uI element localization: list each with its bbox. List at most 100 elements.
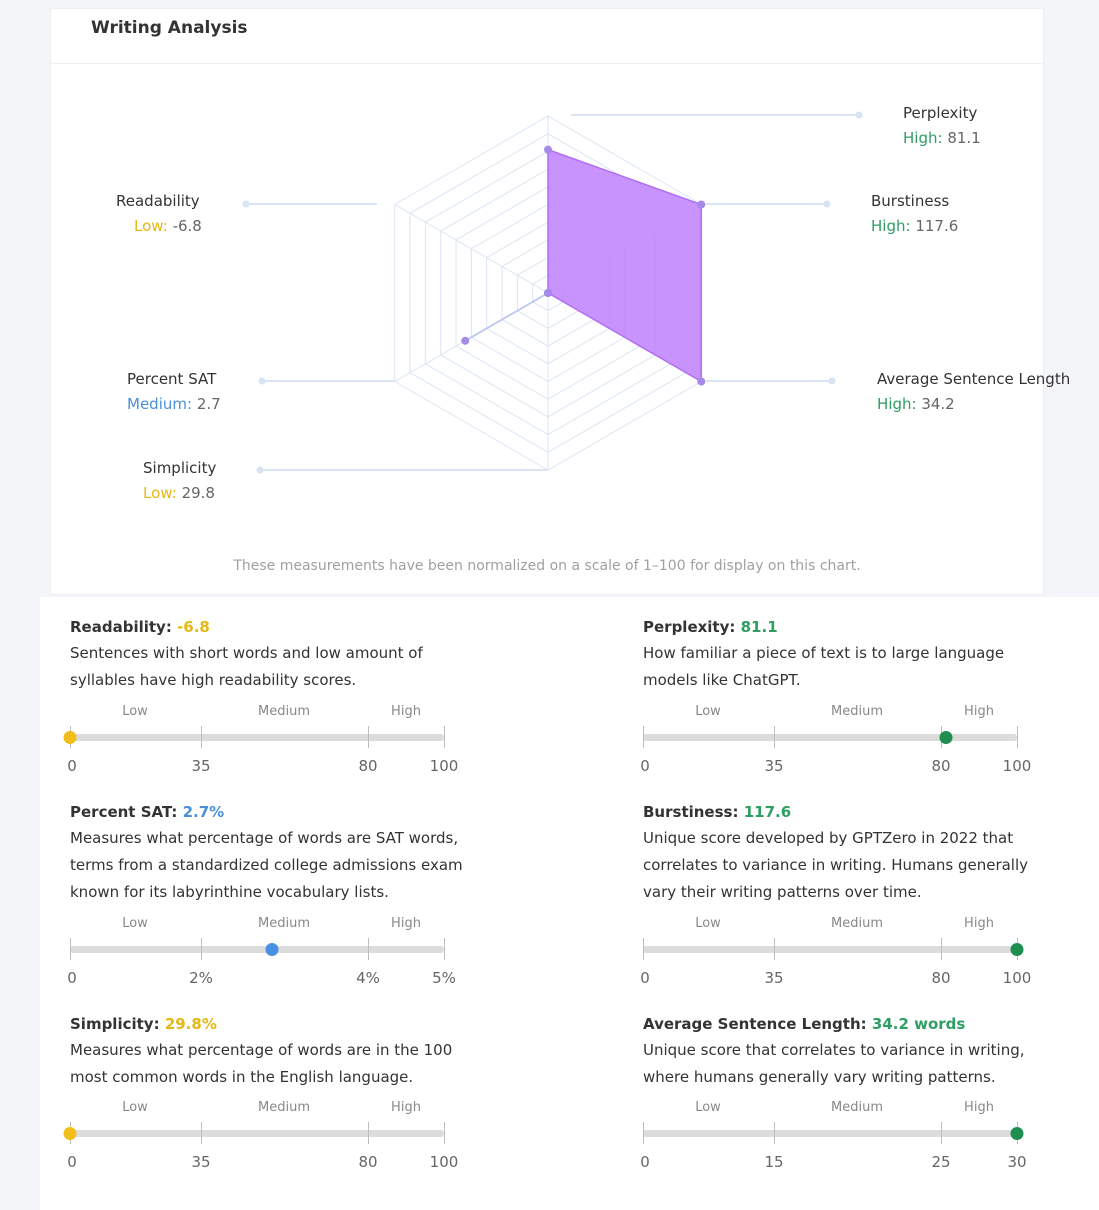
scale-tick-label: 35 [764, 969, 784, 987]
scale-marker [63, 731, 77, 744]
scale-marker [63, 1127, 77, 1140]
scale-tick [941, 938, 942, 960]
description-line: where humans generally vary writing patt… [643, 1068, 996, 1086]
scale-marker [1010, 1127, 1024, 1140]
metric-value: 34.2 words [871, 1015, 966, 1033]
scale-tick-label: 80 [931, 757, 951, 775]
scale-band-label: High [964, 1100, 994, 1115]
scale-band-label: Low [695, 916, 721, 931]
metric-description: Unique score developed by GPTZero in 202… [643, 825, 1083, 906]
description-line: Unique score developed by GPTZero in 202… [643, 829, 1014, 847]
scale-percent-sat: Low Medium High 0 2% 4% 5% [67, 916, 470, 987]
scale-marker [939, 731, 953, 744]
scale-tick-label: 25 [931, 1153, 951, 1171]
scale-tick-label: 0 [67, 969, 77, 987]
axis-value: 2.7 [196, 395, 221, 413]
scale-readability: Low Medium High 0 35 80 100 [63, 704, 470, 775]
scale-tick [643, 726, 644, 748]
radar-label-burstiness: Burstiness High: 117.6 [871, 189, 958, 239]
scale-perplexity: Low Medium High 0 35 80 100 [640, 704, 1043, 775]
axis-name: Average Sentence Length [877, 370, 1071, 388]
scale-tick [201, 1122, 202, 1144]
scale-average-sentence-length: Low Medium High 0 15 25 30 [640, 1100, 1043, 1171]
scale-track [70, 734, 444, 741]
metric-title: Readability: [70, 618, 172, 636]
metric-burstiness: Burstiness: 117.6 Unique score developed… [643, 801, 1083, 906]
description-line: known for its labyrinthine vocabulary li… [70, 883, 389, 901]
scale-tick-label: 0 [640, 1153, 650, 1171]
scale-band-label: Low [695, 704, 721, 719]
radar-label-percent-sat: Percent SAT Medium: 2.7 [127, 367, 221, 417]
scale-track [643, 1130, 1017, 1137]
axis-name: Readability [116, 192, 200, 210]
description-line: How familiar a piece of text is to large… [643, 644, 1005, 662]
radar-label-perplexity: Perplexity High: 81.1 [903, 101, 981, 151]
description-line: models like ChatGPT. [643, 671, 801, 689]
scale-tick-label: 100 [1002, 969, 1032, 987]
scale-tick [368, 938, 369, 960]
radar-leader-dot [823, 200, 831, 208]
radar-label-simplicity: Simplicity Low: 29.8 [143, 456, 216, 506]
description-line: Sentences with short words and low amoun… [70, 644, 423, 662]
axis-value: 117.6 [915, 217, 959, 235]
scale-band-label: Low [695, 1100, 721, 1115]
scale-band-label: Medium [831, 1100, 883, 1115]
scale-tick [643, 938, 644, 960]
metric-description: How familiar a piece of text is to large… [643, 640, 1083, 694]
metric-average-sentence-length: Average Sentence Length: 34.2 words Uniq… [643, 1013, 1083, 1091]
description-line: most common words in the English languag… [70, 1068, 414, 1086]
radar-label-average-sentence-length: Average Sentence Length High: 34.2 [877, 367, 1070, 417]
scale-tick [368, 1122, 369, 1144]
metric-title: Burstiness: [643, 803, 739, 821]
axis-value: 34.2 [921, 395, 955, 413]
scale-band-label: Low [122, 1100, 148, 1115]
scale-track [643, 734, 1017, 741]
scale-tick-label: 100 [429, 757, 459, 775]
radar-leader-dot [258, 377, 266, 385]
scale-marker [1010, 943, 1024, 956]
radar-point-percent-sat [461, 336, 470, 345]
axis-value: 29.8 [181, 484, 215, 502]
scale-simplicity: Low Medium High 0 35 80 100 [63, 1100, 470, 1171]
radar-point-burstiness [697, 200, 706, 209]
radar-leader-dot [242, 200, 250, 208]
scale-tick-label: 35 [191, 757, 211, 775]
metrics-panel: Readability: -6.8 Sentences with short w… [40, 597, 1099, 1210]
scale-tick-label: 35 [764, 757, 784, 775]
axis-level: Low: [143, 484, 177, 502]
scale-burstiness: Low Medium High 0 35 80 100 [640, 916, 1043, 987]
scale-tick [774, 726, 775, 748]
normalization-note: These measurements have been normalized … [233, 558, 861, 574]
scale-tick-label: 4% [356, 969, 380, 987]
metric-title: Percent SAT: [70, 803, 178, 821]
description-line: correlates to variance in writing. Human… [643, 856, 1029, 874]
scale-band-label: High [391, 916, 421, 931]
scale-band-label: Low [122, 704, 148, 719]
description-line: Unique score that correlates to variance… [643, 1041, 1025, 1059]
metric-readability: Readability: -6.8 Sentences with short w… [70, 616, 510, 694]
axis-name: Percent SAT [127, 370, 217, 388]
radar-point-average-sentence-length [697, 377, 706, 386]
description-line: vary their writing patterns over time. [643, 883, 922, 901]
scale-band-label: Medium [831, 704, 883, 719]
radar-leader-dot [855, 111, 863, 119]
metric-title: Perplexity: [643, 618, 736, 636]
scale-band-label: Medium [258, 704, 310, 719]
metric-value: 117.6 [743, 803, 792, 821]
axis-level: Medium: [127, 395, 193, 413]
scale-tick-label: 30 [1007, 1153, 1027, 1171]
axis-level: High: [871, 217, 911, 235]
axis-name: Simplicity [143, 459, 217, 477]
scale-tick [201, 938, 202, 960]
scale-tick-label: 100 [429, 1153, 459, 1171]
axis-value: -6.8 [172, 217, 202, 235]
writing-analysis-card: Writing Analysis Perplexity High: 81.1 B… [50, 8, 1070, 595]
radar-leader-dot [828, 377, 836, 385]
scale-tick-label: 0 [640, 757, 650, 775]
scale-tick-label: 100 [1002, 757, 1032, 775]
radar-point-readability [544, 289, 552, 297]
scale-tick-label: 2% [189, 969, 213, 987]
metric-description: Sentences with short words and low amoun… [70, 640, 510, 694]
metric-percent-sat: Percent SAT: 2.7% Measures what percenta… [70, 801, 510, 906]
scale-tick-label: 0 [67, 1153, 77, 1171]
